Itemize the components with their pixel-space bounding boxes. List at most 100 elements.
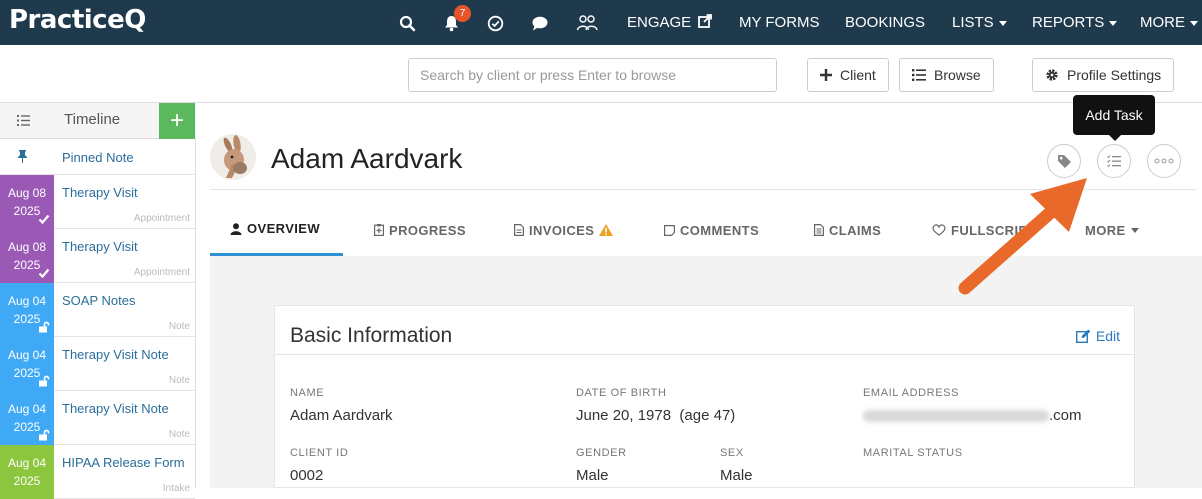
pin-icon bbox=[17, 150, 28, 163]
add-task-button[interactable] bbox=[1097, 144, 1131, 178]
caret-down-icon bbox=[998, 20, 1007, 26]
timeline-item-type: Appointment bbox=[133, 267, 190, 278]
tag-icon bbox=[1057, 154, 1071, 168]
progress-icon bbox=[374, 224, 384, 236]
profile-settings-button[interactable]: Profile Settings bbox=[1032, 58, 1175, 92]
nav-reports[interactable]: REPORTS bbox=[1032, 14, 1118, 31]
timeline-item-label: Therapy Visit bbox=[62, 185, 138, 200]
dob-label: DATE OF BIRTH bbox=[576, 387, 667, 399]
timeline-date: Aug 04 2025 bbox=[0, 391, 54, 445]
sex-label: SEX bbox=[720, 447, 744, 459]
timeline-item-label: HIPAA Release Form bbox=[62, 455, 185, 470]
timeline-item-label: Therapy Visit Note bbox=[62, 347, 169, 362]
unlock-icon bbox=[39, 429, 50, 441]
client-id-label: CLIENT ID bbox=[290, 447, 349, 459]
list-icon[interactable] bbox=[17, 115, 30, 126]
name-value: Adam Aardvark bbox=[290, 407, 393, 424]
timeline-item-type: Appointment bbox=[133, 213, 190, 224]
marital-status-label: MARITAL STATUS bbox=[863, 447, 963, 459]
more-options-button[interactable] bbox=[1147, 144, 1181, 178]
timeline-date: Aug 08 2025 bbox=[0, 229, 54, 283]
nav-lists[interactable]: LISTS bbox=[952, 14, 1007, 31]
add-client-button[interactable]: Client bbox=[807, 58, 889, 92]
timeline-item-type: Note bbox=[168, 429, 190, 440]
caret-down-icon bbox=[1109, 20, 1118, 26]
plus-icon: + bbox=[169, 107, 184, 134]
search-icon[interactable] bbox=[396, 12, 418, 34]
invoice-icon bbox=[514, 224, 524, 236]
gender-value: Male bbox=[576, 467, 609, 484]
top-nav: PracticeQ 7 ENGAGE MY FORMS BOOKINGS LIS… bbox=[0, 0, 1202, 45]
ellipsis-icon bbox=[1154, 158, 1174, 164]
pinned-note-label: Pinned Note bbox=[62, 150, 134, 165]
user-icon bbox=[230, 222, 242, 235]
gender-label: GENDER bbox=[576, 447, 627, 459]
tab-claims[interactable]: CLAIMS bbox=[814, 204, 881, 256]
gear-icon bbox=[1045, 68, 1059, 82]
users-icon[interactable] bbox=[576, 12, 598, 34]
timeline-item[interactable]: Aug 04 2025 Therapy Visit Note Note bbox=[0, 391, 195, 445]
timeline-item[interactable]: Aug 08 2025 Therapy Visit Appointment bbox=[0, 175, 195, 229]
timeline-item-label: SOAP Notes bbox=[62, 293, 136, 308]
task-list-icon bbox=[1107, 155, 1121, 167]
client-avatar[interactable] bbox=[210, 134, 256, 180]
timeline-item[interactable]: Aug 04 2025 Therapy Visit Note Note bbox=[0, 337, 195, 391]
timeline-date-month: Aug 04 bbox=[7, 348, 47, 362]
timeline-item[interactable]: Aug 04 2025 HIPAA Release Form Intake bbox=[0, 445, 195, 499]
timeline-date-month: Aug 04 bbox=[7, 402, 47, 416]
card-divider bbox=[275, 354, 1134, 355]
timeline-item-type: Intake bbox=[162, 483, 190, 494]
dob-value: June 20, 1978 (age 47) bbox=[576, 407, 736, 424]
timeline-item-label: Therapy Visit bbox=[62, 239, 138, 254]
email-label: EMAIL ADDRESS bbox=[863, 387, 960, 399]
nav-bookings[interactable]: BOOKINGS bbox=[845, 14, 925, 31]
check-icon bbox=[38, 214, 50, 225]
tab-overview[interactable]: OVERVIEW bbox=[210, 204, 343, 256]
timeline-header: Timeline + bbox=[0, 103, 196, 139]
name-label: NAME bbox=[290, 387, 325, 399]
basic-information-card: Basic Information Edit NAME Adam Aardvar… bbox=[274, 305, 1135, 488]
browse-button[interactable]: Browse bbox=[899, 58, 994, 92]
nav-more[interactable]: MORE bbox=[1140, 14, 1198, 31]
timeline-item-label: Therapy Visit Note bbox=[62, 401, 169, 416]
timeline-date: Aug 04 2025 bbox=[0, 337, 54, 391]
timeline-title: Timeline bbox=[64, 111, 121, 128]
claims-icon bbox=[814, 224, 824, 236]
redacted-email bbox=[863, 410, 1049, 423]
timeline-date: Aug 04 2025 bbox=[0, 283, 54, 337]
email-value: .com bbox=[863, 407, 1082, 424]
edit-link[interactable]: Edit bbox=[1075, 328, 1120, 344]
timeline-add-button[interactable]: + bbox=[159, 103, 195, 139]
nav-my-forms[interactable]: MY FORMS bbox=[739, 14, 820, 31]
timeline-date-month: Aug 04 bbox=[7, 456, 47, 470]
check-circle-icon[interactable] bbox=[484, 12, 506, 34]
timeline-date-month: Aug 08 bbox=[7, 186, 47, 200]
list-icon bbox=[912, 69, 926, 81]
timeline-date: Aug 08 2025 bbox=[0, 175, 54, 229]
add-task-tooltip: Add Task bbox=[1073, 95, 1155, 141]
tab-progress[interactable]: PROGRESS bbox=[374, 204, 466, 256]
unlock-icon bbox=[39, 321, 50, 333]
pinned-note-item[interactable]: Pinned Note bbox=[0, 139, 195, 175]
timeline-item[interactable]: Aug 08 2025 Therapy Visit Appointment bbox=[0, 229, 195, 283]
search-input[interactable] bbox=[408, 58, 777, 92]
chat-icon[interactable] bbox=[529, 12, 551, 34]
warning-icon bbox=[599, 224, 614, 236]
caret-down-icon bbox=[1190, 20, 1198, 26]
annotation-arrow bbox=[958, 178, 1087, 295]
caret-down-icon bbox=[1130, 227, 1139, 233]
external-link-icon bbox=[698, 14, 713, 28]
timeline-date-month: Aug 04 bbox=[7, 294, 47, 308]
timeline-date-year: 2025 bbox=[13, 474, 41, 488]
sex-value: Male bbox=[720, 467, 753, 484]
client-id-value: 0002 bbox=[290, 467, 324, 484]
fullscript-icon bbox=[932, 224, 946, 236]
app-logo[interactable]: PracticeQ bbox=[9, 5, 146, 35]
card-title: Basic Information bbox=[290, 324, 453, 347]
timeline-item[interactable]: Aug 04 2025 SOAP Notes Note bbox=[0, 283, 195, 337]
timeline-date-month: Aug 08 bbox=[7, 240, 47, 254]
plus-icon bbox=[820, 69, 832, 81]
nav-engage[interactable]: ENGAGE bbox=[627, 14, 713, 31]
tab-invoices[interactable]: INVOICES bbox=[514, 204, 614, 256]
tab-comments[interactable]: COMMENTS bbox=[664, 204, 759, 256]
